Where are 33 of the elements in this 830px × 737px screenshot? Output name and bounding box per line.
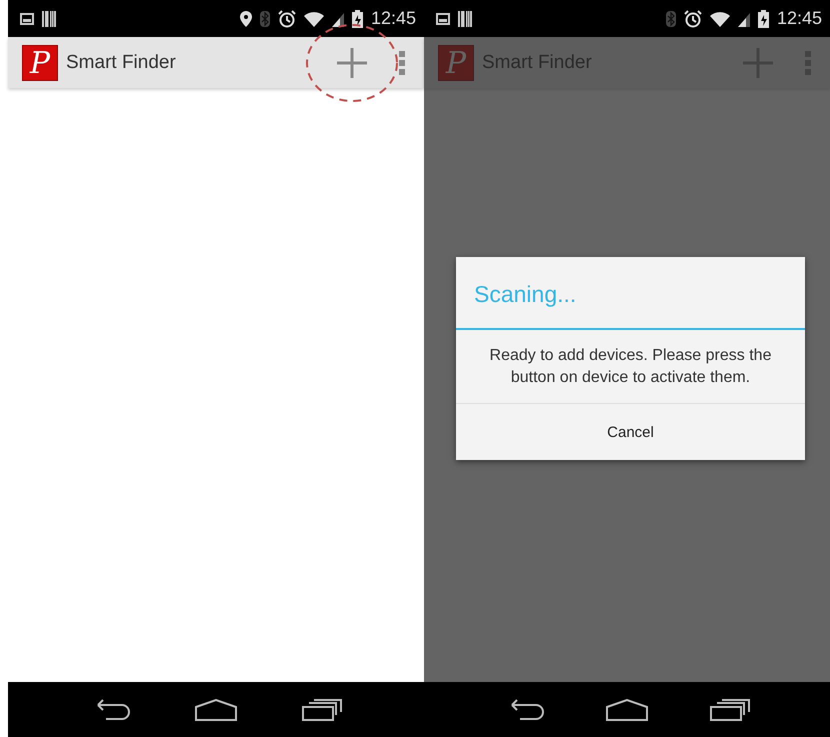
recent-apps-button[interactable] bbox=[710, 698, 750, 720]
signal-icon bbox=[332, 10, 344, 26]
more-options-button[interactable] bbox=[396, 48, 408, 76]
location-pin-icon bbox=[240, 10, 252, 26]
battery-icon bbox=[352, 10, 363, 28]
recent-apps-button[interactable] bbox=[302, 698, 342, 720]
more-icon bbox=[399, 50, 405, 74]
recent-apps-icon bbox=[710, 698, 750, 720]
dialog-title: Scaning... bbox=[456, 257, 805, 330]
home-icon bbox=[194, 698, 238, 720]
bluetooth-icon bbox=[260, 10, 270, 26]
battery-icon bbox=[758, 10, 769, 28]
alarm-clock-icon bbox=[278, 10, 296, 28]
picture-icon bbox=[436, 12, 450, 24]
signal-icon bbox=[738, 10, 750, 26]
wifi-icon bbox=[304, 10, 324, 26]
wifi-icon bbox=[710, 10, 730, 26]
alarm-clock-icon bbox=[684, 10, 702, 28]
cancel-button[interactable]: Cancel bbox=[456, 404, 805, 460]
clock-time: 12:45 bbox=[776, 8, 822, 29]
bluetooth-icon bbox=[666, 10, 676, 26]
app-title: Smart Finder bbox=[66, 52, 176, 74]
clock-time: 12:45 bbox=[370, 8, 416, 29]
barcode-icon bbox=[42, 10, 56, 26]
home-button[interactable] bbox=[194, 698, 238, 720]
recent-apps-icon bbox=[302, 698, 342, 720]
app-logo: P bbox=[22, 44, 58, 80]
barcode-icon bbox=[458, 10, 472, 26]
home-icon bbox=[604, 698, 649, 720]
home-button[interactable] bbox=[604, 698, 649, 720]
plus-icon bbox=[337, 48, 367, 78]
picture-icon bbox=[20, 12, 34, 24]
dialog-message: Ready to add devices. Please press the button on device to activate them. bbox=[456, 330, 805, 404]
